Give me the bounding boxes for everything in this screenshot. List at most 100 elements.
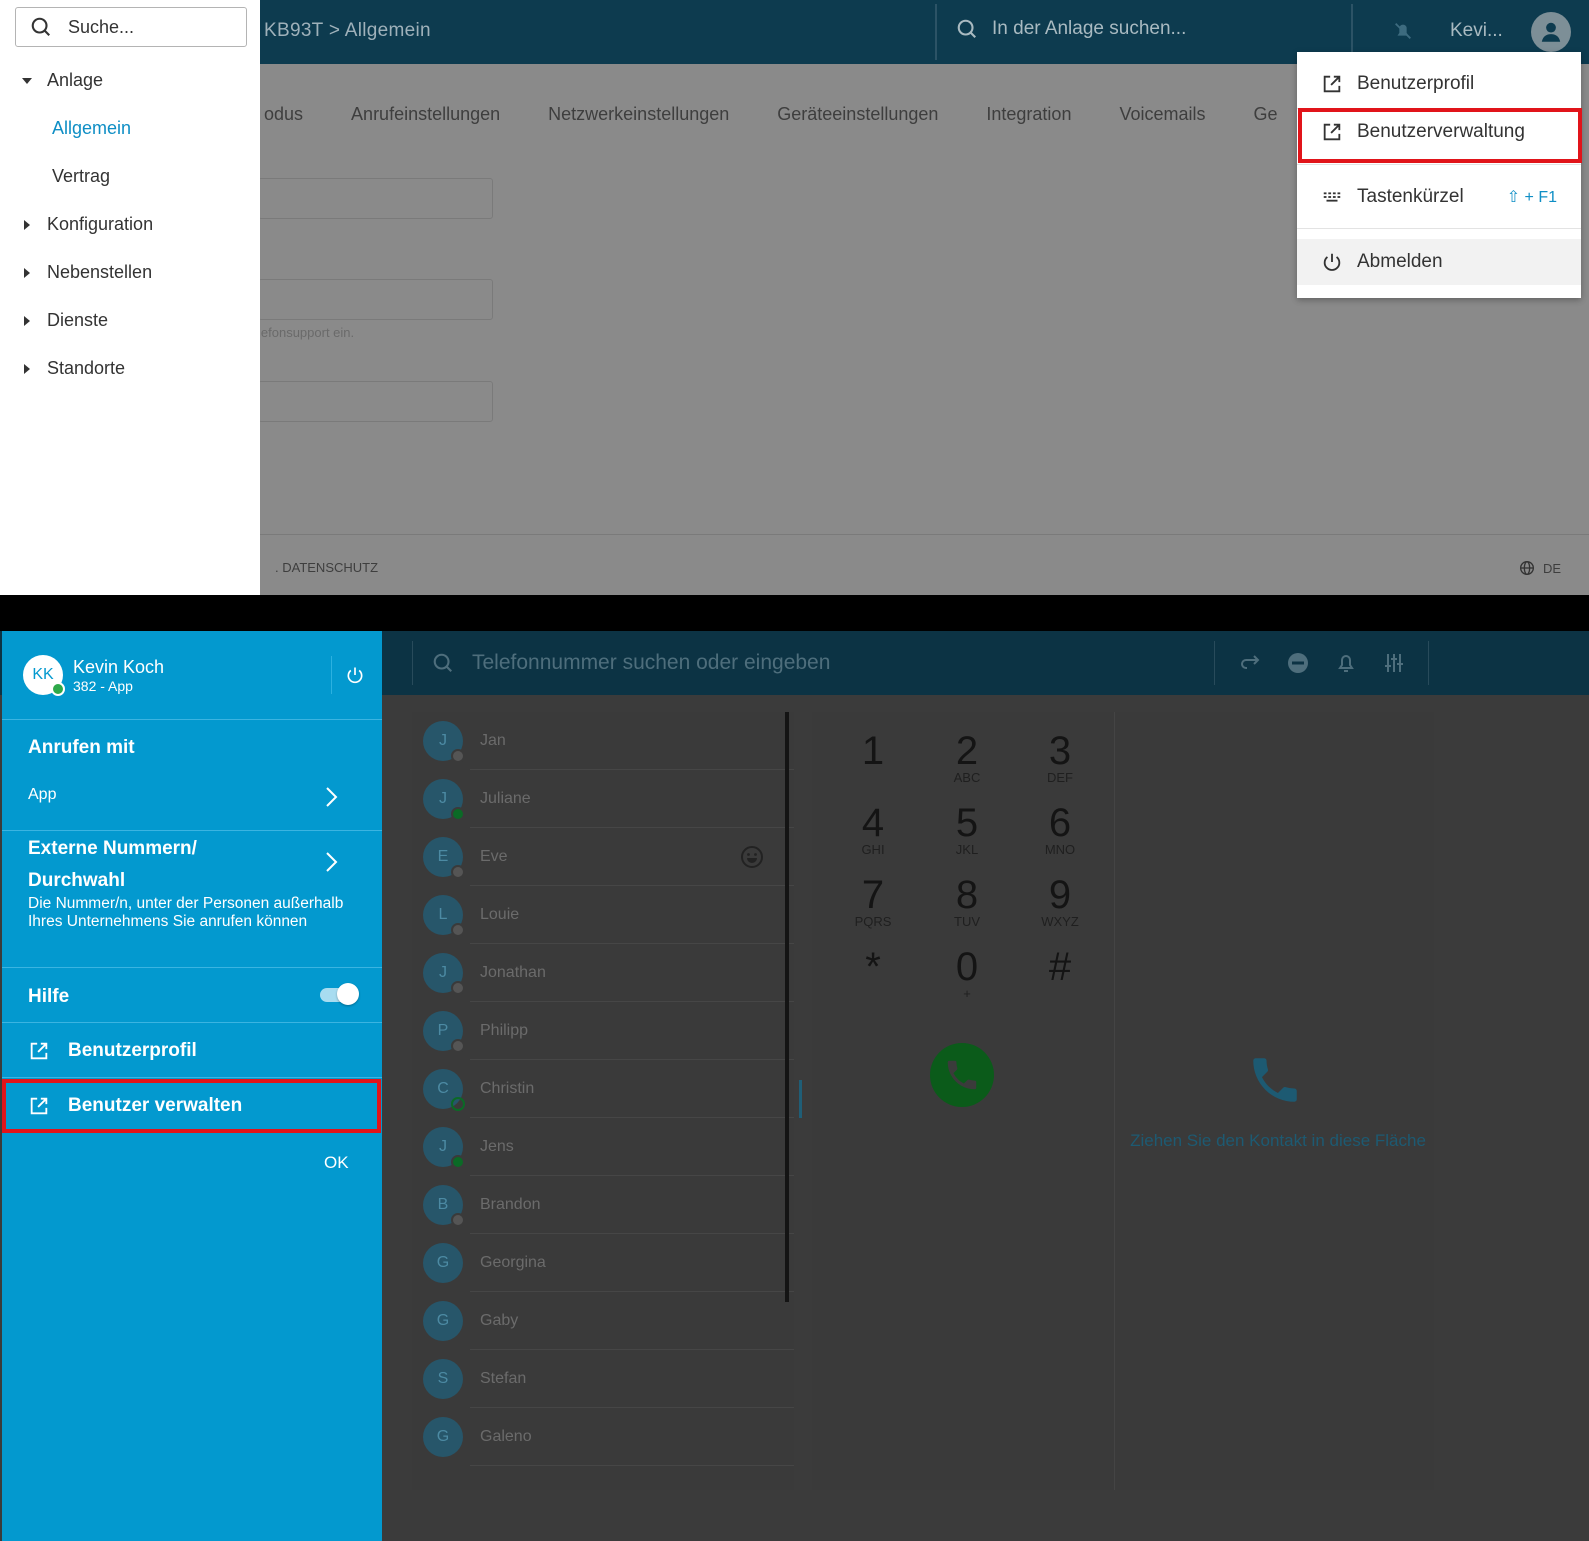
tab-anrufeinstellungen[interactable]: Anrufeinstellungen	[351, 104, 500, 125]
dialpad-digit: 3	[1048, 729, 1072, 773]
call-forward-icon[interactable]	[1238, 651, 1262, 675]
dialpad-key[interactable]: 4 GHI	[838, 803, 908, 856]
contact-row[interactable]: G Georgina	[412, 1234, 794, 1292]
contact-avatar: S	[423, 1359, 463, 1399]
user-avatar-button[interactable]	[1531, 12, 1571, 52]
tab-modus[interactable]: odus	[264, 104, 303, 125]
user-name[interactable]: Kevi...	[1450, 20, 1503, 42]
global-search-input[interactable]: In der Anlage suchen...	[992, 18, 1186, 40]
sidebar-item-dienste[interactable]: Dienste	[18, 310, 108, 331]
dialpad-digit: #	[1048, 945, 1072, 989]
chevron-right-icon[interactable]	[324, 786, 338, 808]
help-toggle-knob[interactable]	[337, 983, 359, 1005]
presence-status-dot	[451, 981, 465, 995]
divider	[2, 830, 382, 831]
phone-search-input[interactable]: Telefonnummer suchen oder eingeben	[472, 651, 830, 675]
admin-panel: KB93T > Allgemein In der Anlage suchen..…	[0, 0, 1589, 595]
menu-item-benutzerprofil[interactable]: Benutzerprofil	[1297, 61, 1581, 107]
ok-button[interactable]: OK	[324, 1153, 349, 1173]
sidebar-item-vertrag[interactable]: Vertrag	[52, 166, 110, 187]
dialpad-key[interactable]: 5 JKL	[932, 803, 1002, 856]
sidebar-item-anlage[interactable]: Anlage	[18, 70, 103, 91]
caret-right-icon	[18, 267, 36, 278]
online-status-dot	[51, 682, 65, 696]
dialpad-key[interactable]: 9 WXYZ	[1025, 875, 1095, 928]
sidebar-item-nebenstellen[interactable]: Nebenstellen	[18, 262, 152, 283]
contact-row[interactable]: J Jonathan	[412, 944, 794, 1002]
contact-list-scrollbar[interactable]	[785, 712, 789, 1302]
contact-row[interactable]: J Juliane	[412, 770, 794, 828]
call-button[interactable]	[930, 1043, 994, 1107]
tab-netzwerkeinstellungen[interactable]: Netzwerkeinstellungen	[548, 104, 729, 125]
contact-row[interactable]: B Brandon	[412, 1176, 794, 1234]
tab-integration[interactable]: Integration	[986, 104, 1071, 125]
power-icon[interactable]	[345, 665, 365, 685]
external-numbers-title-2[interactable]: Durchwahl	[28, 870, 125, 892]
dialpad-key[interactable]: *	[838, 947, 908, 987]
dialpad-key[interactable]: #	[1025, 947, 1095, 987]
notification-icon[interactable]	[1392, 20, 1414, 42]
phone-search[interactable]: Telefonnummer suchen oder eingeben	[432, 651, 830, 675]
contact-row[interactable]: P Philipp	[412, 1002, 794, 1060]
sidebar-item-konfiguration[interactable]: Konfiguration	[18, 214, 153, 235]
settings-field-2[interactable]	[258, 279, 493, 320]
contact-name: Jan	[480, 732, 506, 749]
panel-splitter[interactable]	[799, 1080, 802, 1118]
contact-avatar: G	[423, 1417, 463, 1457]
link-benutzerprofil[interactable]: Benutzerprofil	[28, 1040, 197, 1062]
privacy-link[interactable]: . DATENSCHUTZ	[275, 560, 378, 575]
settings-sliders-icon[interactable]	[1382, 651, 1406, 675]
contact-name: Gaby	[480, 1312, 519, 1329]
dialpad-digit: 1	[861, 729, 885, 773]
field-hint: lefonsupport ein.	[258, 325, 355, 340]
dialpad-key[interactable]: 0 +	[932, 947, 1002, 1000]
contact-row[interactable]: J Jan	[412, 712, 794, 770]
menu-item-label: Tastenkürzel	[1357, 186, 1464, 207]
dialpad-key[interactable]: 2 ABC	[932, 731, 1002, 784]
menu-item-abmelden[interactable]: Abmelden	[1297, 239, 1581, 285]
tab-geraeteeinstellungen[interactable]: Geräteeinstellungen	[777, 104, 938, 125]
dialpad-key[interactable]: 1	[838, 731, 908, 771]
breadcrumb[interactable]: KB93T > Allgemein	[264, 20, 431, 42]
contact-list: J Jan J Juliane E Eve L Louie J Jonathan P Philipp C…	[412, 712, 794, 1490]
tab-more[interactable]: Ge	[1254, 104, 1278, 125]
external-numbers-title[interactable]: Externe Nummern/	[28, 838, 197, 860]
header-divider	[1214, 641, 1215, 685]
tab-voicemails[interactable]: Voicemails	[1119, 104, 1205, 125]
divider	[2, 1077, 382, 1078]
header-divider	[412, 641, 413, 685]
header-divider	[331, 656, 332, 694]
contact-row[interactable]: E Eve	[412, 828, 794, 886]
contact-row[interactable]: L Louie	[412, 886, 794, 944]
contact-row[interactable]: S Stefan	[412, 1350, 794, 1408]
contact-name: Stefan	[480, 1370, 527, 1387]
dialpad-key[interactable]: 7 PQRS	[838, 875, 908, 928]
global-search[interactable]: In der Anlage suchen...	[956, 18, 1186, 40]
presence-status-dot	[451, 865, 465, 879]
dialpad-key[interactable]: 8 TUV	[932, 875, 1002, 928]
contact-row[interactable]: J Jens	[412, 1118, 794, 1176]
sidebar-item-allgemein[interactable]: Allgemein	[52, 118, 131, 139]
contact-row[interactable]: C Christin	[412, 1060, 794, 1118]
external-link-icon	[1323, 75, 1341, 93]
chevron-right-icon[interactable]	[324, 851, 338, 873]
settings-field-1[interactable]	[258, 178, 493, 219]
dialpad-letters: PQRS	[854, 914, 892, 929]
sidebar-item-standorte[interactable]: Standorte	[18, 358, 125, 379]
contact-row[interactable]: G Galeno	[412, 1408, 794, 1466]
call-with-value[interactable]: App	[28, 786, 56, 804]
contact-row[interactable]: G Gaby	[412, 1292, 794, 1350]
settings-field-3[interactable]	[258, 381, 493, 422]
dialpad-digit: 5	[955, 801, 979, 845]
sidebar-search-input[interactable]: Suche...	[15, 7, 247, 47]
dialpad-digit: 7	[861, 873, 885, 917]
do-not-disturb-icon[interactable]	[1286, 651, 1310, 675]
divider	[2, 1022, 382, 1023]
bell-icon[interactable]	[1334, 651, 1358, 675]
dialpad-key[interactable]: 6 MNO	[1025, 803, 1095, 856]
language-selector[interactable]: DE	[1519, 560, 1561, 576]
menu-item-tastenkuerzel[interactable]: Tastenkürzel ⇧ + F1	[1297, 174, 1581, 220]
dialpad-key[interactable]: 3 DEF	[1025, 731, 1095, 784]
emoji-status-icon	[740, 845, 764, 869]
globe-icon	[1520, 561, 1534, 575]
